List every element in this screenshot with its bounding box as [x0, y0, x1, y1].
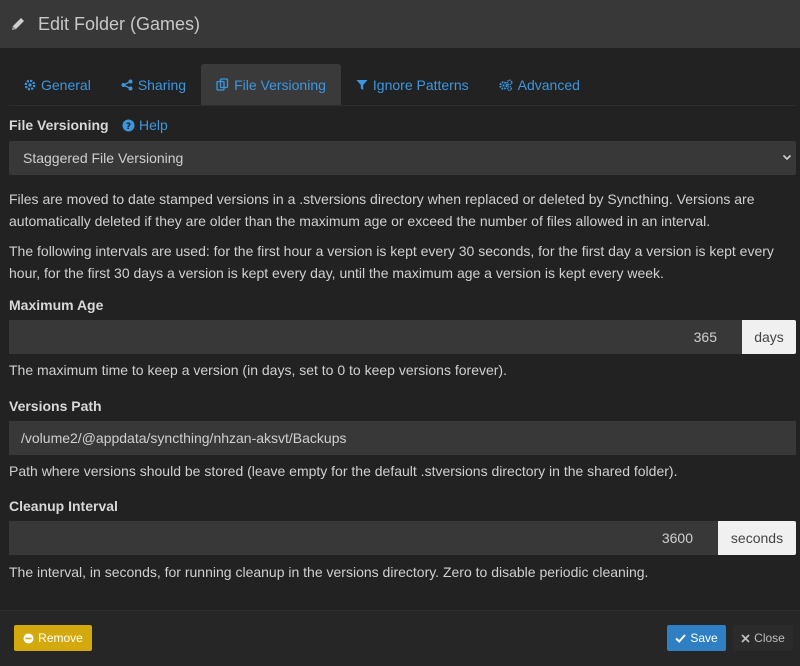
max-age-unit: days — [742, 320, 796, 354]
svg-text:?: ? — [126, 122, 131, 132]
cleanup-interval-help: The interval, in seconds, for running cl… — [9, 564, 649, 580]
versions-path-help: Path where versions should be stored (le… — [9, 463, 678, 479]
tab-bar: General Sharing File Versioning Ignore P… — [9, 64, 796, 106]
tab-general[interactable]: General — [9, 64, 106, 105]
remove-button-label: Remove — [38, 631, 83, 645]
versioning-type-value: Staggered File Versioning — [23, 150, 184, 166]
gears-icon — [498, 78, 513, 91]
copy-icon — [216, 78, 229, 91]
versions-path-input[interactable]: /volume2/@appdata/syncthing/nhzan-aksvt/… — [9, 421, 796, 455]
filter-icon — [356, 79, 368, 90]
save-button-label: Save — [690, 631, 718, 645]
tab-advanced[interactable]: Advanced — [484, 64, 595, 105]
tab-general-label: General — [41, 76, 91, 93]
versioning-type-select[interactable]: Staggered File Versioning — [9, 141, 796, 175]
pencil-icon — [12, 18, 24, 30]
cleanup-interval-input[interactable]: 3600 — [9, 521, 718, 555]
share-icon — [121, 79, 133, 90]
tab-file-versioning-label: File Versioning — [234, 76, 326, 93]
help-link[interactable]: ? Help — [122, 117, 168, 133]
max-age-help: The maximum time to keep a version (in d… — [9, 362, 507, 378]
question-circle-icon: ? — [122, 119, 135, 132]
close-icon — [741, 633, 750, 643]
close-button[interactable]: Close — [733, 625, 793, 651]
cleanup-interval-label: Cleanup Interval — [9, 498, 118, 514]
tab-sharing[interactable]: Sharing — [106, 64, 201, 105]
versions-path-label: Versions Path — [9, 398, 102, 414]
close-button-label: Close — [754, 631, 785, 645]
tab-ignore-patterns[interactable]: Ignore Patterns — [341, 64, 484, 105]
save-button[interactable]: Save — [667, 625, 726, 651]
versioning-description-2: The following intervals are used: for th… — [9, 243, 774, 281]
help-link-label: Help — [139, 117, 168, 133]
versions-path-value: /volume2/@appdata/syncthing/nhzan-aksvt/… — [21, 430, 347, 446]
check-icon — [675, 633, 687, 643]
chevron-down-icon — [782, 154, 792, 161]
tab-sharing-label: Sharing — [137, 76, 187, 93]
modal-header: Edit Folder (Games) — [0, 0, 800, 48]
max-age-label: Maximum Age — [9, 297, 104, 313]
tab-file-versioning[interactable]: File Versioning — [201, 64, 341, 105]
remove-button[interactable]: Remove — [14, 625, 92, 651]
max-age-value: 365 — [693, 329, 717, 345]
cleanup-interval-value: 3600 — [661, 530, 693, 546]
modal-title: Edit Folder (Games) — [38, 13, 201, 34]
file-versioning-label: File Versioning — [9, 117, 109, 133]
tab-advanced-label: Advanced — [517, 76, 580, 93]
minus-circle-icon — [23, 633, 34, 643]
cleanup-interval-unit: seconds — [718, 521, 796, 555]
versioning-description-1: Files are moved to date stamped versions… — [9, 191, 755, 229]
tab-ignore-patterns-label: Ignore Patterns — [372, 76, 469, 93]
max-age-input[interactable]: 365 — [9, 320, 742, 354]
gear-icon — [24, 79, 36, 90]
